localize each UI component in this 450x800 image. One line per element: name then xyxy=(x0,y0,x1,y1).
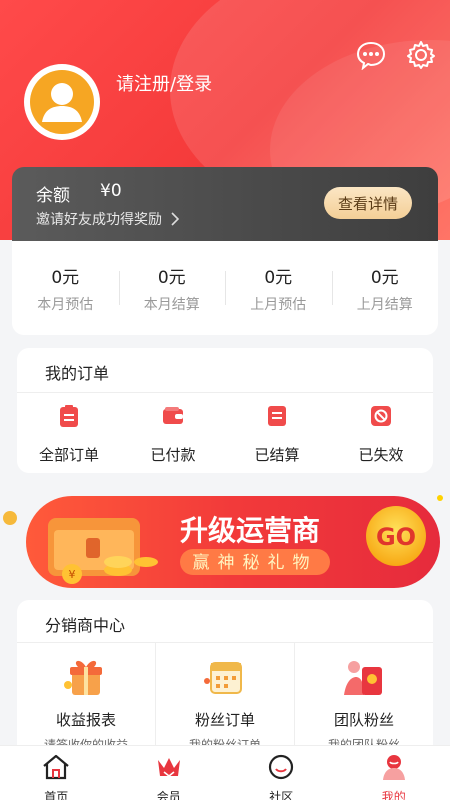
order-label: 已失效 xyxy=(358,446,404,464)
order-label: 全部订单 xyxy=(38,446,99,464)
stat-last-month-settled[interactable]: 0元 上月结算 xyxy=(331,263,439,314)
gift-box-icon xyxy=(64,660,102,695)
home-icon xyxy=(43,754,69,780)
stat-label: 上月结算 xyxy=(356,296,413,313)
team-fans-button[interactable]: 团队粉丝 我的团队粉丝 xyxy=(294,643,433,752)
user-placeholder-icon xyxy=(30,70,94,134)
stat-last-month-estimate[interactable]: 0元 上月预估 xyxy=(225,263,332,314)
avatar[interactable] xyxy=(24,64,100,140)
stat-value: 0元 xyxy=(370,267,399,288)
tab-community[interactable]: 社区 xyxy=(225,746,338,800)
distributor-label: 团队粉丝 xyxy=(333,711,394,729)
tab-label: 社区 xyxy=(269,790,294,800)
tab-mine[interactable]: 我的 xyxy=(338,746,450,800)
stat-label: 本月结算 xyxy=(143,296,200,313)
stat-value: 0元 xyxy=(157,267,186,288)
settings-icon[interactable] xyxy=(406,40,436,70)
order-label: 已付款 xyxy=(150,446,196,464)
fan-orders-button[interactable]: 粉丝订单 我的粉丝订单 xyxy=(155,643,294,752)
calendar-icon xyxy=(204,662,242,694)
profile-icon xyxy=(382,755,405,780)
upgrade-operator-banner[interactable]: ¥ 升级运营商 赢神秘礼物 GO xyxy=(0,478,450,598)
balance-label: 余额 xyxy=(36,186,70,206)
my-orders-card: 我的订单 全部订单 已付款 已结算 已失效 xyxy=(17,348,433,473)
orders-title: 我的订单 xyxy=(45,364,110,383)
crown-icon xyxy=(157,758,180,778)
earnings-stats: 0元 本月预估 0元 本月结算 0元 上月预估 0元 上月结算 xyxy=(12,241,438,335)
stat-this-month-estimate[interactable]: 0元 本月预估 xyxy=(12,263,119,314)
distributor-label: 粉丝订单 xyxy=(194,711,255,729)
distributor-center-card: 分销商中心 收益报表 请签收你的收益 xyxy=(17,600,433,752)
invite-link[interactable]: 邀请好友成功得奖励 xyxy=(36,209,180,229)
promo-subtitle: 赢神秘礼物 xyxy=(193,553,318,573)
go-label: GO xyxy=(376,523,416,551)
tab-home[interactable]: 首页 xyxy=(0,746,113,800)
stat-value: 0元 xyxy=(264,267,293,288)
stat-value: 0元 xyxy=(51,267,80,288)
order-paid-button[interactable]: 已付款 xyxy=(121,404,225,465)
tab-label: 我的 xyxy=(381,790,406,800)
stat-label: 上月预估 xyxy=(250,296,307,313)
distributor-label: 收益报表 xyxy=(55,711,116,729)
distributor-row: 收益报表 请签收你的收益 粉丝订单 我的粉丝订单 xyxy=(17,643,433,752)
red-envelope-icon xyxy=(344,661,382,695)
clipboard-icon xyxy=(60,405,78,427)
balance-card: 余额 ¥0 邀请好友成功得奖励 查看详情 xyxy=(12,167,438,241)
invalid-icon xyxy=(371,406,391,426)
order-label: 已结算 xyxy=(254,446,300,464)
invite-text: 邀请好友成功得奖励 xyxy=(36,212,162,228)
earnings-report-button[interactable]: 收益报表 请签收你的收益 xyxy=(17,643,155,752)
tab-label: 首页 xyxy=(44,790,69,800)
balance-line: 余额 ¥0 xyxy=(36,181,122,206)
stat-label: 本月预估 xyxy=(37,296,94,313)
divider xyxy=(17,392,433,393)
tab-label: 会员 xyxy=(156,790,181,800)
list-icon xyxy=(268,406,286,426)
top-icons xyxy=(356,40,436,70)
order-all-button[interactable]: 全部订单 xyxy=(17,404,121,465)
tab-member[interactable]: 会员 xyxy=(113,746,226,800)
view-details-button[interactable]: 查看详情 xyxy=(323,187,412,219)
message-icon[interactable] xyxy=(356,40,386,70)
svg-text:¥: ¥ xyxy=(69,568,76,581)
stat-this-month-settled[interactable]: 0元 本月结算 xyxy=(118,263,226,314)
balance-amount: ¥0 xyxy=(100,181,122,201)
orders-row: 全部订单 已付款 已结算 已失效 xyxy=(17,404,433,465)
bottom-tabbar: 首页 会员 社区 我的 xyxy=(0,745,450,800)
community-icon xyxy=(269,754,294,780)
distributor-title: 分销商中心 xyxy=(45,616,126,635)
order-settled-button[interactable]: 已结算 xyxy=(225,404,329,465)
chevron-right-icon xyxy=(171,212,180,226)
login-link[interactable]: 请注册/登录 xyxy=(116,70,212,96)
promo-title: 升级运营商 xyxy=(180,514,320,547)
order-invalid-button[interactable]: 已失效 xyxy=(329,404,433,465)
wallet-icon xyxy=(163,407,183,424)
